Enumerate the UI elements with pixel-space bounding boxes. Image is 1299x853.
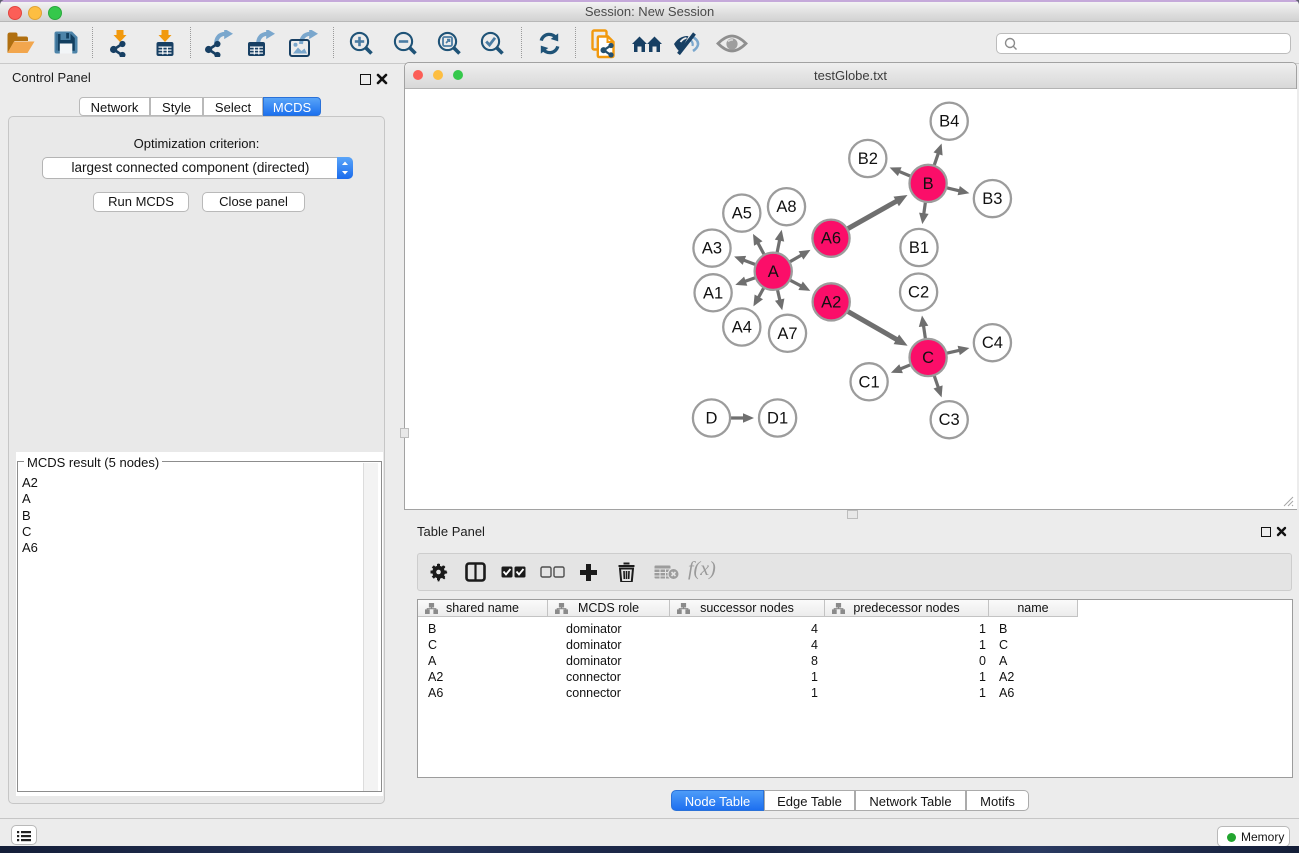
svg-text:B4: B4 bbox=[939, 113, 959, 131]
svg-text:C3: C3 bbox=[939, 411, 960, 429]
svg-text:A7: A7 bbox=[777, 325, 797, 343]
svg-text:A5: A5 bbox=[732, 205, 752, 223]
svg-text:B2: B2 bbox=[858, 150, 878, 168]
svg-text:A4: A4 bbox=[732, 319, 752, 337]
svg-text:A3: A3 bbox=[702, 240, 722, 258]
svg-text:C1: C1 bbox=[859, 373, 880, 391]
svg-text:C: C bbox=[922, 349, 934, 367]
svg-text:A8: A8 bbox=[776, 198, 796, 216]
svg-text:A6: A6 bbox=[821, 230, 841, 248]
svg-text:C4: C4 bbox=[982, 334, 1003, 352]
svg-text:A2: A2 bbox=[821, 293, 841, 311]
svg-text:D1: D1 bbox=[767, 410, 788, 428]
svg-text:B1: B1 bbox=[909, 239, 929, 257]
svg-text:B3: B3 bbox=[982, 190, 1002, 208]
svg-text:D: D bbox=[706, 410, 718, 428]
svg-text:C2: C2 bbox=[908, 284, 929, 302]
svg-text:A: A bbox=[768, 263, 779, 281]
svg-text:B: B bbox=[923, 175, 934, 193]
svg-text:A1: A1 bbox=[703, 284, 723, 302]
